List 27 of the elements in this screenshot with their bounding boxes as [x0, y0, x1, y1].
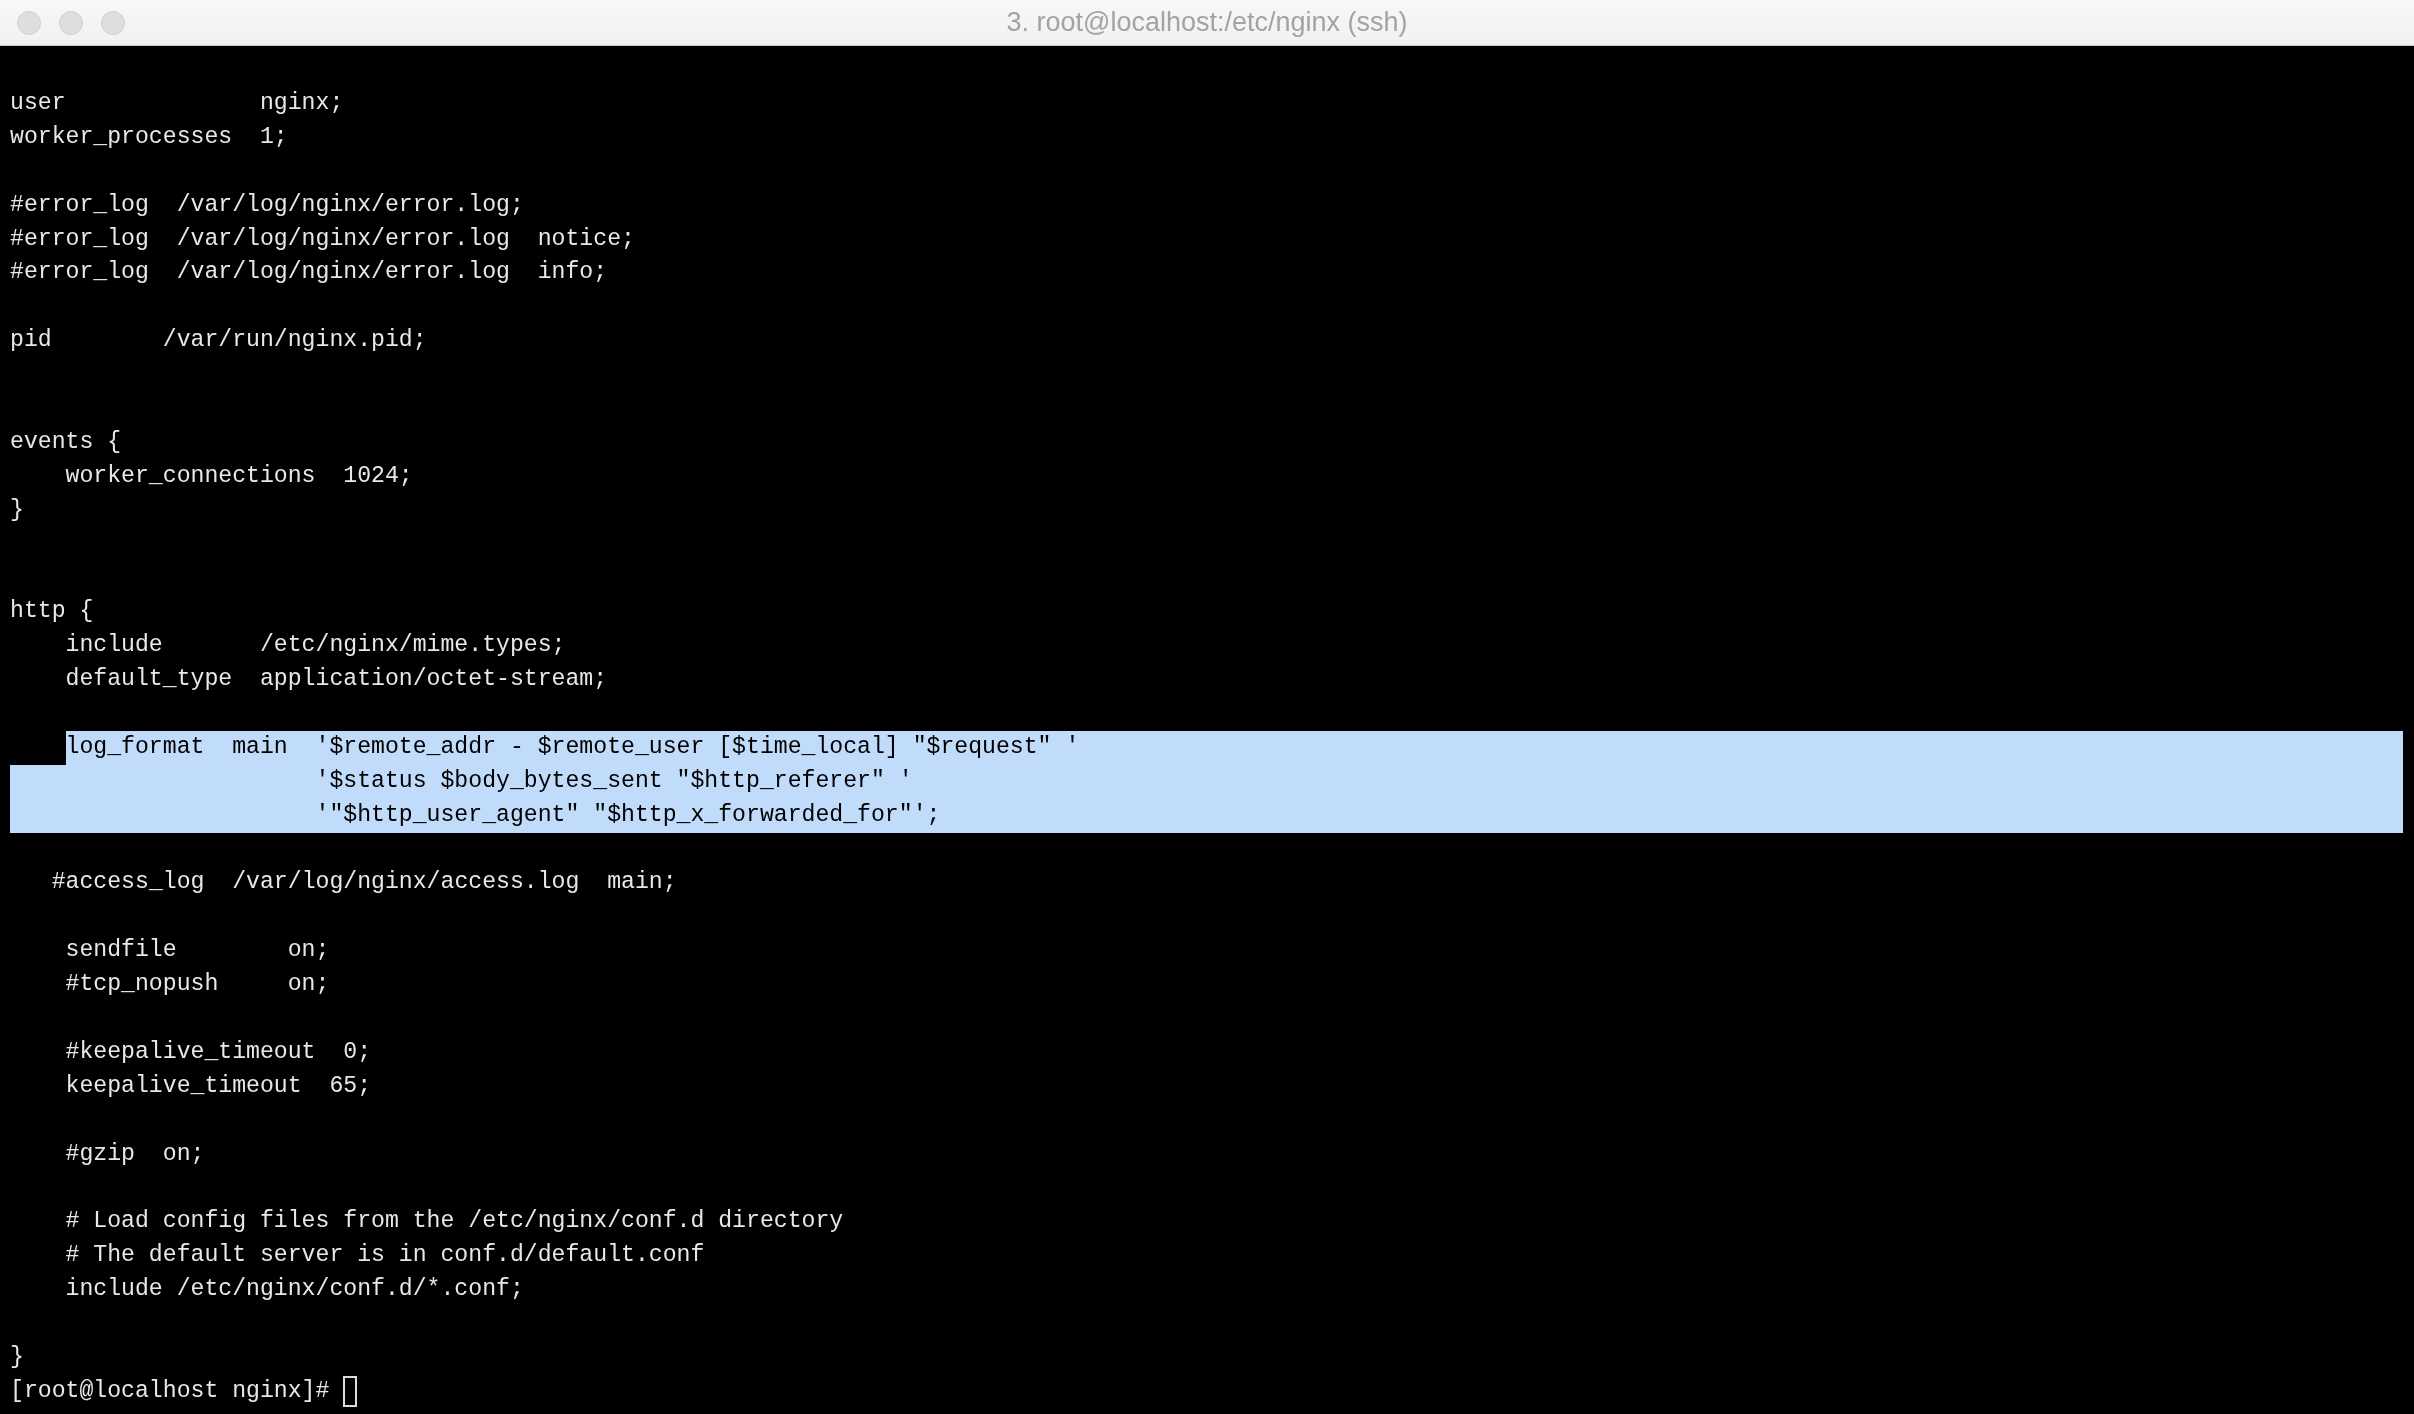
config-line: sendfile on; [65, 936, 330, 966]
config-line: pid /var/run/nginx.pid; [10, 326, 427, 356]
config-line: include /etc/nginx/conf.d/*.conf; [65, 1275, 524, 1305]
config-line: worker_processes 1; [10, 122, 288, 152]
config-line: # Load config files from the /etc/nginx/conf.d directory [65, 1207, 844, 1237]
config-line: #access_log /var/log/nginx/access.log main; [51, 868, 677, 898]
config-line: include /etc/nginx/mime.types; [65, 631, 566, 661]
shell-prompt: [root@localhost nginx]# [10, 1376, 330, 1406]
config-line: } [10, 1342, 24, 1372]
config-line: #error_log /var/log/nginx/error.log notice; [10, 224, 635, 254]
config-line: #gzip on; [65, 1139, 205, 1169]
config-line: #keepalive_timeout 0; [65, 1037, 372, 1067]
zoom-button[interactable] [101, 10, 125, 35]
config-line: worker_connections 1024; [65, 461, 413, 491]
close-button[interactable] [17, 10, 41, 35]
config-line: #tcp_nopush on; [65, 970, 330, 1000]
config-line: } [10, 495, 24, 525]
config-line: events { [10, 427, 122, 457]
config-line: keepalive_timeout 65; [65, 1071, 372, 1101]
config-line: http { [10, 597, 94, 627]
config-line: user nginx; [10, 89, 344, 118]
config-line: #error_log /var/log/nginx/error.log; [10, 190, 524, 220]
config-line: default_type application/octet-stream; [65, 665, 608, 695]
config-line: #error_log /var/log/nginx/error.log info; [10, 258, 608, 288]
window-title: 3. root@localhost:/etc/nginx (ssh) [1006, 7, 1408, 38]
config-line: # The default server is in conf.d/default.conf [65, 1241, 705, 1271]
minimize-button[interactable] [59, 10, 83, 35]
